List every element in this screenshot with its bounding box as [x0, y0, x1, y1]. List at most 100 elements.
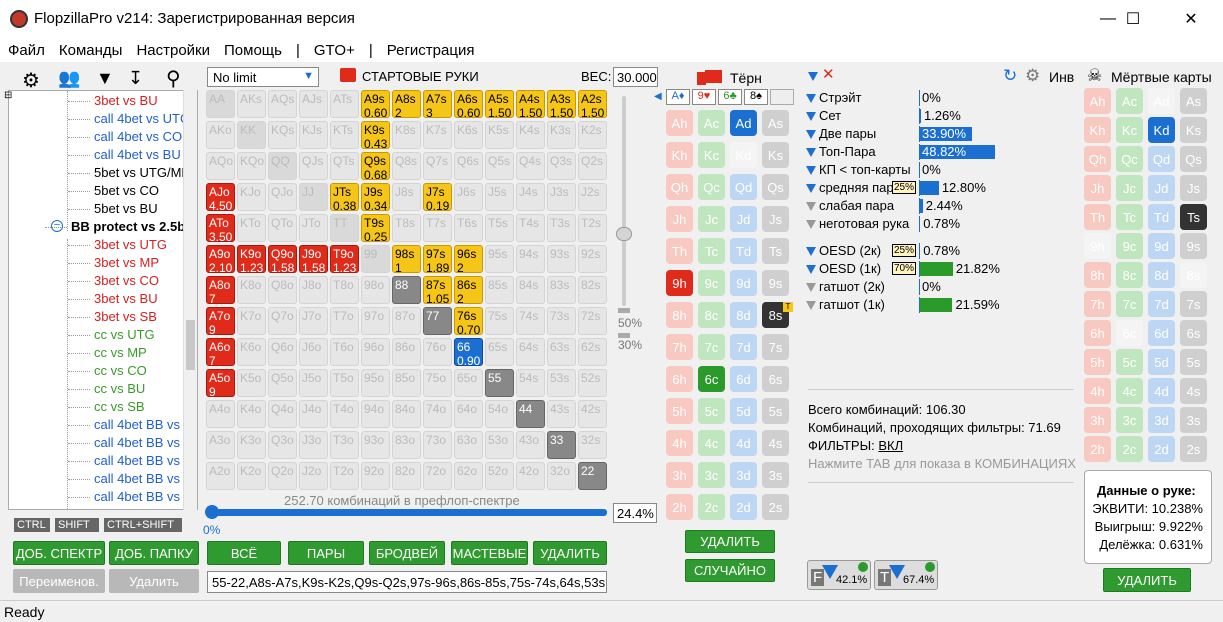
hand-cell-32s[interactable]: 32s — [578, 431, 607, 459]
tree-item[interactable]: call 4bet vs CO — [94, 129, 182, 144]
card-Qc[interactable]: Qc — [698, 174, 725, 200]
card-7d[interactable]: 7d — [1148, 291, 1175, 317]
search-icon[interactable]: ⚲ — [166, 66, 181, 91]
hand-cell-52o[interactable]: 52o — [485, 462, 514, 490]
card-2h[interactable]: 2h — [1084, 436, 1111, 462]
card-2d[interactable]: 2d — [730, 494, 757, 520]
hand-cell-K9o[interactable]: K9o 1.23 — [237, 245, 266, 273]
import-icon[interactable]: ↧ — [128, 68, 143, 89]
hand-cell-53s[interactable]: 53s — [547, 369, 576, 397]
hand-cell-J7o[interactable]: J7o — [299, 307, 328, 335]
card-9s[interactable]: 9s — [1180, 233, 1207, 259]
card-7h[interactable]: 7h — [1084, 291, 1111, 317]
card-9d[interactable]: 9d — [730, 270, 757, 296]
hand-cell-87s[interactable]: 87s 1.05 — [423, 276, 452, 304]
hand-cell-JJ[interactable]: JJ — [299, 183, 328, 211]
hand-cell-T3s[interactable]: T3s — [547, 214, 576, 242]
hand-cell-A6o[interactable]: A6o 7 — [206, 338, 235, 366]
hand-cell-K9s[interactable]: K9s 0.43 — [361, 121, 390, 149]
hand-cell-TT[interactable]: TT — [330, 214, 359, 242]
filter-funnel-icon[interactable] — [806, 130, 816, 140]
hand-cell-J5s[interactable]: J5s — [485, 183, 514, 211]
hand-cell-T9o[interactable]: T9o 1.23 — [330, 245, 359, 273]
tree-item[interactable]: call 4bet BB vs M — [94, 435, 194, 450]
hand-cell-AKo[interactable]: AKo — [206, 121, 235, 149]
card-4s[interactable]: 4s — [1180, 378, 1207, 404]
hand-cell-A6s[interactable]: A6s 0.60 — [454, 90, 483, 118]
hand-cell-T9s[interactable]: T9s 0.25 — [361, 214, 390, 242]
hand-cell-J8o[interactable]: J8o — [299, 276, 328, 304]
range-button-1[interactable]: ПАРЫ — [288, 541, 364, 565]
hand-cell-99[interactable]: 99 — [361, 245, 390, 273]
card-3d[interactable]: 3d — [730, 462, 757, 488]
maximize-button[interactable]: ☐ — [1110, 0, 1156, 38]
hand-cell-42o[interactable]: 42o — [516, 462, 545, 490]
hand-cell-75o[interactable]: 75o — [423, 369, 452, 397]
card-Qc[interactable]: Qc — [1116, 146, 1143, 172]
hand-cell-75s[interactable]: 75s — [485, 307, 514, 335]
hand-cell-82s[interactable]: 82s — [578, 276, 607, 304]
hand-cell-A5s[interactable]: A5s 1.50 — [485, 90, 514, 118]
card-Jc[interactable]: Jc — [698, 206, 725, 232]
card-2c[interactable]: 2c — [1116, 436, 1143, 462]
hand-cell-A4o[interactable]: A4o — [206, 400, 235, 428]
hand-cell-77[interactable]: 77 — [423, 307, 452, 335]
hand-cell-94o[interactable]: 94o — [361, 400, 390, 428]
card-3d[interactable]: 3d — [1148, 407, 1175, 433]
tree-item[interactable]: cc vs BU — [94, 381, 145, 396]
card-Tc[interactable]: Tc — [1116, 204, 1143, 230]
hand-cell-A3s[interactable]: A3s 1.50 — [547, 90, 576, 118]
card-8d[interactable]: 8d — [1148, 262, 1175, 288]
tree-item[interactable]: call 4bet BB vs S — [94, 489, 192, 504]
card-Js[interactable]: Js — [762, 206, 789, 232]
hand-cell-A3o[interactable]: A3o — [206, 431, 235, 459]
key-modifier-0[interactable]: CTRL — [14, 518, 50, 532]
card-3s[interactable]: 3s — [1180, 407, 1207, 433]
card-Ac[interactable]: Ac — [698, 110, 725, 136]
hand-cell-J3s[interactable]: J3s — [547, 183, 576, 211]
hand-cell-K7s[interactable]: K7s — [423, 121, 452, 149]
hand-cell-42s[interactable]: 42s — [578, 400, 607, 428]
hand-cell-J9s[interactable]: J9s 0.34 — [361, 183, 390, 211]
board-card-slot[interactable]: 6♣ — [718, 89, 742, 105]
hand-cell-J7s[interactable]: J7s 0.19 — [423, 183, 452, 211]
hand-cell-97o[interactable]: 97o — [361, 307, 390, 335]
hand-cell-73s[interactable]: 73s — [547, 307, 576, 335]
card-2d[interactable]: 2d — [1148, 436, 1175, 462]
card-2s[interactable]: 2s — [1180, 436, 1207, 462]
card-7c[interactable]: 7c — [698, 334, 725, 360]
hand-cell-53o[interactable]: 53o — [485, 431, 514, 459]
card-Ks[interactable]: Ks — [1180, 117, 1207, 143]
hand-cell-54s[interactable]: 54s — [516, 369, 545, 397]
hand-cell-J4o[interactable]: J4o — [299, 400, 328, 428]
hand-cell-AQo[interactable]: AQo — [206, 152, 235, 180]
tree-item[interactable]: call 4bet vs BU — [94, 147, 181, 162]
hand-cell-88[interactable]: 88 — [392, 276, 421, 304]
add-folder-button[interactable]: ДОБ. ПАПКУ — [109, 541, 199, 565]
range-percent-input[interactable]: 24.4% — [613, 503, 657, 523]
hand-cell-AJo[interactable]: AJo 4.50 — [206, 183, 235, 211]
range-button-0[interactable]: ВСЁ — [207, 541, 281, 565]
card-3s[interactable]: 3s — [762, 462, 789, 488]
hand-cell-72o[interactable]: 72o — [423, 462, 452, 490]
card-6c[interactable]: 6c — [698, 366, 725, 392]
users-icon[interactable]: 👥 — [58, 68, 80, 89]
hand-cell-82o[interactable]: 82o — [392, 462, 421, 490]
range-button-4[interactable]: УДАЛИТЬ — [533, 541, 607, 565]
card-9h[interactable]: 9h — [1084, 233, 1111, 259]
card-9s[interactable]: 9s — [762, 270, 789, 296]
filter-funnel-icon[interactable] — [806, 283, 816, 293]
board-card-slot[interactable]: 9♥ — [692, 89, 716, 105]
card-Kd[interactable]: Kd — [1148, 117, 1175, 143]
card-4s[interactable]: 4s — [762, 430, 789, 456]
hand-cell-63s[interactable]: 63s — [547, 338, 576, 366]
hand-cell-JTs[interactable]: JTs 0.38 — [330, 183, 359, 211]
card-Jd[interactable]: Jd — [730, 206, 757, 232]
hand-cell-33[interactable]: 33 — [547, 431, 576, 459]
card-5c[interactable]: 5c — [1116, 349, 1143, 375]
hand-cell-T4s[interactable]: T4s — [516, 214, 545, 242]
hand-cell-K3s[interactable]: K3s — [547, 121, 576, 149]
hand-cell-A7o[interactable]: A7o 9 — [206, 307, 235, 335]
hand-cell-T7o[interactable]: T7o — [330, 307, 359, 335]
hand-cell-Q2s[interactable]: Q2s — [578, 152, 607, 180]
